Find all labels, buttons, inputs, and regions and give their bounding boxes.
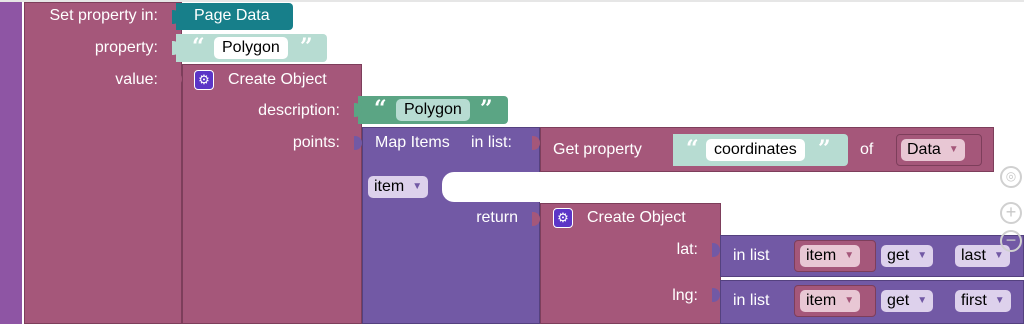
lng-label: lng: [672, 287, 698, 304]
points-label: points: [292, 134, 340, 151]
lat-op-dropdown[interactable]: get ▼ [881, 245, 934, 267]
set-property-label: Set property in: [49, 7, 159, 24]
close-quote-icon: ” [300, 34, 313, 60]
property-text-field[interactable]: Polygon [214, 37, 288, 59]
chevron-down-icon: ▼ [948, 144, 959, 155]
map-items-variable-dropdown[interactable]: item ▼ [368, 176, 429, 198]
description-label: description: [258, 102, 340, 119]
lat-where-dropdown[interactable]: last ▼ [955, 245, 1010, 267]
lng-item-value: item [806, 292, 837, 309]
lng-where-dropdown[interactable]: first ▼ [955, 290, 1011, 312]
of-label: of [860, 141, 874, 158]
lng-op-value: get [887, 292, 910, 309]
chevron-down-icon: ▼ [844, 295, 855, 306]
value-label: value: [115, 71, 158, 88]
close-quote-icon: ” [480, 96, 493, 122]
lat-in-list-label: in list [733, 247, 770, 264]
gear-icon[interactable]: ⚙ [194, 70, 214, 90]
lng-item-dropdown[interactable]: item ▼ [800, 290, 861, 312]
lat-label: lat: [676, 241, 698, 258]
lat-op-value: get [887, 247, 910, 264]
chevron-down-icon: ▼ [994, 295, 1005, 306]
close-quote-icon: ” [818, 136, 831, 162]
create-object-title: Create Object [228, 71, 327, 88]
description-text-field[interactable]: Polygon [396, 99, 470, 121]
inner-create-object-title: Create Object [587, 209, 686, 226]
coordinates-text-field[interactable]: coordinates [706, 139, 805, 161]
return-label: return [476, 209, 518, 226]
map-items-title: Map Items [375, 134, 450, 151]
lat-where-value: last [961, 247, 986, 264]
lat-item-dropdown[interactable]: item ▼ [800, 245, 861, 267]
zoom-out-icon[interactable]: − [1000, 230, 1022, 252]
chevron-down-icon: ▼ [844, 250, 855, 261]
open-quote-icon: “ [374, 96, 387, 122]
property-label: property: [94, 39, 158, 56]
page-data-label: Page Data [194, 7, 270, 24]
lng-in-list-label: in list [733, 292, 770, 309]
chevron-down-icon: ▼ [993, 250, 1004, 261]
statement-slot [442, 172, 1024, 202]
map-items-in-list-label: in list: [471, 134, 512, 151]
gear-icon[interactable]: ⚙ [553, 208, 573, 228]
open-quote-icon: “ [192, 34, 205, 60]
open-quote-icon: “ [686, 136, 699, 162]
get-property-title: Get property [553, 141, 642, 158]
chevron-down-icon: ▼ [412, 181, 423, 192]
workspace-left-edge [0, 0, 22, 324]
target-icon[interactable]: ◎ [1000, 166, 1022, 188]
map-items-variable: item [374, 178, 405, 195]
lng-op-dropdown[interactable]: get ▼ [881, 290, 934, 312]
lat-item-value: item [806, 247, 837, 264]
zoom-in-icon[interactable]: + [1000, 202, 1022, 224]
chevron-down-icon: ▼ [917, 250, 928, 261]
data-source-dropdown[interactable]: Data ▼ [901, 139, 965, 161]
chevron-down-icon: ▼ [917, 295, 928, 306]
data-source-value: Data [907, 141, 941, 158]
lng-where-value: first [961, 292, 987, 309]
